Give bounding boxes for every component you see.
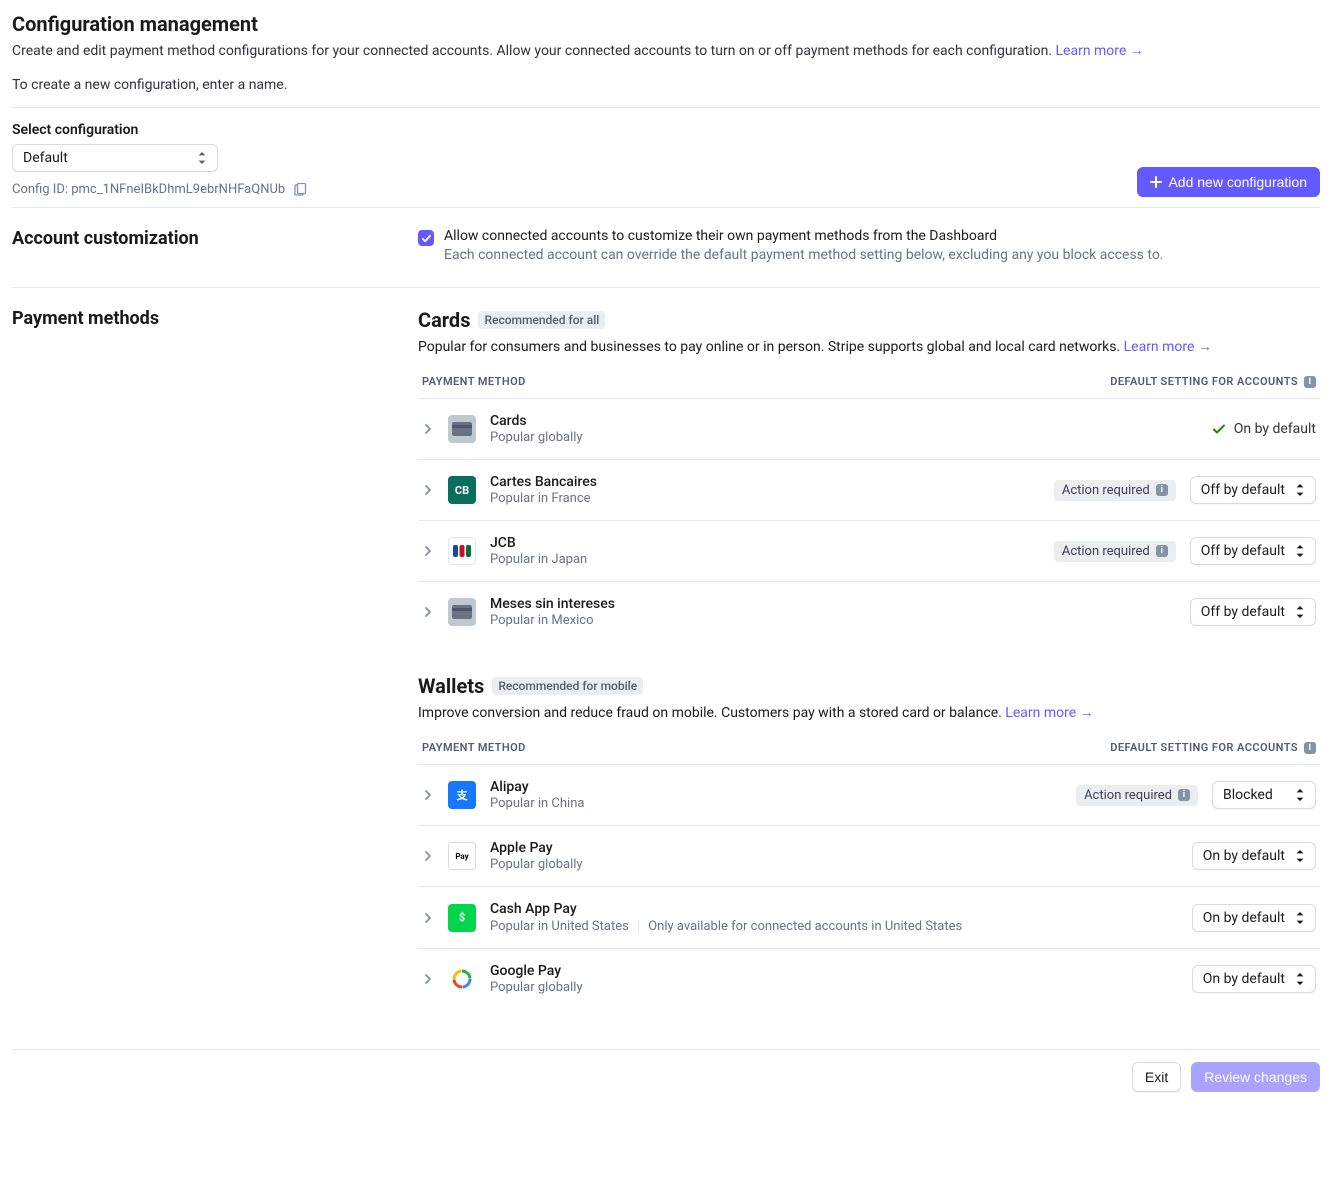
chevron-right-icon[interactable]: [422, 789, 434, 801]
pm-name: Google Pay: [490, 963, 583, 979]
updown-icon: [1295, 850, 1305, 862]
col-default-setting: Default setting for accounts: [1110, 375, 1298, 388]
state-select[interactable]: Blocked: [1212, 781, 1316, 809]
info-icon: i: [1304, 376, 1316, 388]
action-required-badge: Action requiredi: [1076, 785, 1198, 806]
updown-icon: [1295, 912, 1305, 924]
select-config-label: Select configuration: [12, 122, 307, 138]
allow-customization-checkbox[interactable]: [418, 230, 434, 246]
action-required-badge: Action requiredi: [1054, 541, 1176, 562]
config-id: Config ID: pmc_1NFneIBkDhmL9ebrNHFaQNUb: [12, 182, 285, 197]
updown-icon: [1295, 789, 1305, 801]
pm-popularity: Popular in Japan: [490, 552, 587, 567]
cb-icon: CB: [448, 476, 476, 504]
apple-pay-icon: Pay: [448, 842, 476, 870]
copy-icon[interactable]: [293, 183, 307, 197]
state-select[interactable]: Off by default: [1190, 476, 1316, 504]
col-payment-method: Payment method: [422, 375, 526, 388]
action-required-badge: Action requiredi: [1054, 480, 1176, 501]
chevron-right-icon[interactable]: [422, 545, 434, 557]
divider: [12, 107, 1320, 108]
account-custom-heading: Account customization: [12, 228, 402, 249]
chevron-right-icon[interactable]: [422, 606, 434, 618]
learn-more-link[interactable]: Learn more: [1056, 43, 1144, 59]
allow-customization-label: Allow connected accounts to customize th…: [444, 228, 1164, 244]
updown-icon: [1295, 606, 1305, 618]
pm-name: JCB: [490, 535, 587, 551]
pm-name: Alipay: [490, 779, 584, 795]
group-badge: Recommended for mobile: [492, 677, 643, 695]
info-icon: i: [1304, 742, 1316, 754]
updown-icon: [1295, 973, 1305, 985]
alipay-icon: 支: [448, 781, 476, 809]
plus-icon: [1150, 176, 1162, 188]
state-select[interactable]: On by default: [1192, 842, 1316, 870]
config-select-value: Default: [23, 150, 68, 166]
pm-popularity: Popular in France: [490, 491, 591, 506]
pm-row: JCBPopular in Japan Action requiredi Off b…: [418, 520, 1320, 581]
pm-row: Meses sin interesesPopular in Mexico Off …: [418, 581, 1320, 642]
col-payment-method: Payment method: [422, 741, 526, 754]
google-pay-icon: [448, 965, 476, 993]
check-icon: [421, 233, 432, 244]
chevron-right-icon[interactable]: [422, 423, 434, 435]
page-desc: Create and edit payment method configura…: [12, 42, 1320, 59]
review-changes-button[interactable]: Review changes: [1191, 1062, 1320, 1092]
group-badge: Recommended for all: [478, 311, 605, 329]
pm-name: Apple Pay: [490, 840, 583, 856]
state-on-by-default: On by default: [1212, 421, 1316, 437]
pm-popularity: Popular globally: [490, 980, 583, 995]
check-icon: [1212, 422, 1226, 436]
chevron-right-icon[interactable]: [422, 850, 434, 862]
state-select[interactable]: On by default: [1192, 965, 1316, 993]
pm-row: CB Cartes BancairesPopular in France Actio…: [418, 459, 1320, 520]
jcb-icon: [448, 537, 476, 565]
group-desc: Improve conversion and reduce fraud on m…: [418, 704, 1320, 721]
pm-row: Pay Apple PayPopular globally On by defaul…: [418, 825, 1320, 886]
pm-row: 支 AlipayPopular in China Action requiredi B…: [418, 764, 1320, 825]
add-configuration-button[interactable]: Add new configuration: [1137, 167, 1320, 197]
group-desc: Popular for consumers and businesses to …: [418, 338, 1320, 355]
updown-icon: [1295, 545, 1305, 557]
group-title: Cards: [418, 308, 470, 332]
card-icon: [448, 415, 476, 443]
state-select[interactable]: Off by default: [1190, 598, 1316, 626]
pm-name: Meses sin intereses: [490, 596, 615, 612]
learn-more-link[interactable]: Learn more: [1124, 339, 1212, 355]
state-select[interactable]: Off by default: [1190, 537, 1316, 565]
pm-popularity: Popular in China: [490, 796, 584, 811]
info-icon: i: [1156, 545, 1168, 557]
pm-name: Cards: [490, 413, 583, 429]
group-title: Wallets: [418, 674, 484, 698]
pm-note: Only available for connected accounts in…: [648, 919, 962, 934]
pm-popularity: Popular globally: [490, 430, 583, 445]
learn-more-link[interactable]: Learn more: [1005, 705, 1093, 721]
allow-customization-desc: Each connected account can override the …: [444, 247, 1164, 263]
info-icon: i: [1156, 484, 1168, 496]
pm-row: CardsPopular globally On by default: [418, 398, 1320, 459]
page-sub: To create a new configuration, enter a n…: [12, 77, 1320, 93]
payment-methods-heading: Payment methods: [12, 308, 402, 329]
pm-row: $Cash App PayPopular in United States|On…: [418, 886, 1320, 948]
updown-icon: [1295, 484, 1305, 496]
info-icon: i: [1178, 789, 1190, 801]
cashapp-icon: $: [448, 904, 476, 932]
pm-name: Cash App Pay: [490, 901, 962, 917]
pm-row: Google PayPopular globally On by default: [418, 948, 1320, 1009]
page-title: Configuration management: [12, 12, 1320, 36]
chevron-right-icon[interactable]: [422, 484, 434, 496]
chevron-right-icon[interactable]: [422, 912, 434, 924]
exit-button[interactable]: Exit: [1132, 1062, 1181, 1092]
updown-icon: [197, 152, 207, 164]
card-icon: [448, 598, 476, 626]
pm-popularity: Popular in Mexico: [490, 613, 594, 628]
pm-name: Cartes Bancaires: [490, 474, 597, 490]
col-default-setting: Default setting for accounts: [1110, 741, 1298, 754]
config-select[interactable]: Default: [12, 144, 218, 172]
pm-popularity: Popular in United States: [490, 919, 629, 934]
state-select[interactable]: On by default: [1192, 904, 1316, 932]
chevron-right-icon[interactable]: [422, 973, 434, 985]
pm-popularity: Popular globally: [490, 857, 583, 872]
